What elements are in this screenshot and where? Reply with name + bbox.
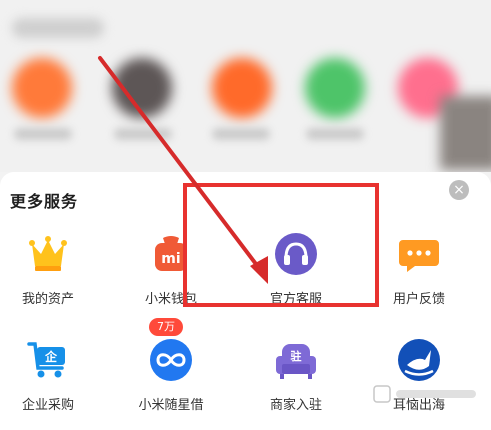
watermark-logo [372,384,484,420]
annotation-arrow [98,56,268,284]
